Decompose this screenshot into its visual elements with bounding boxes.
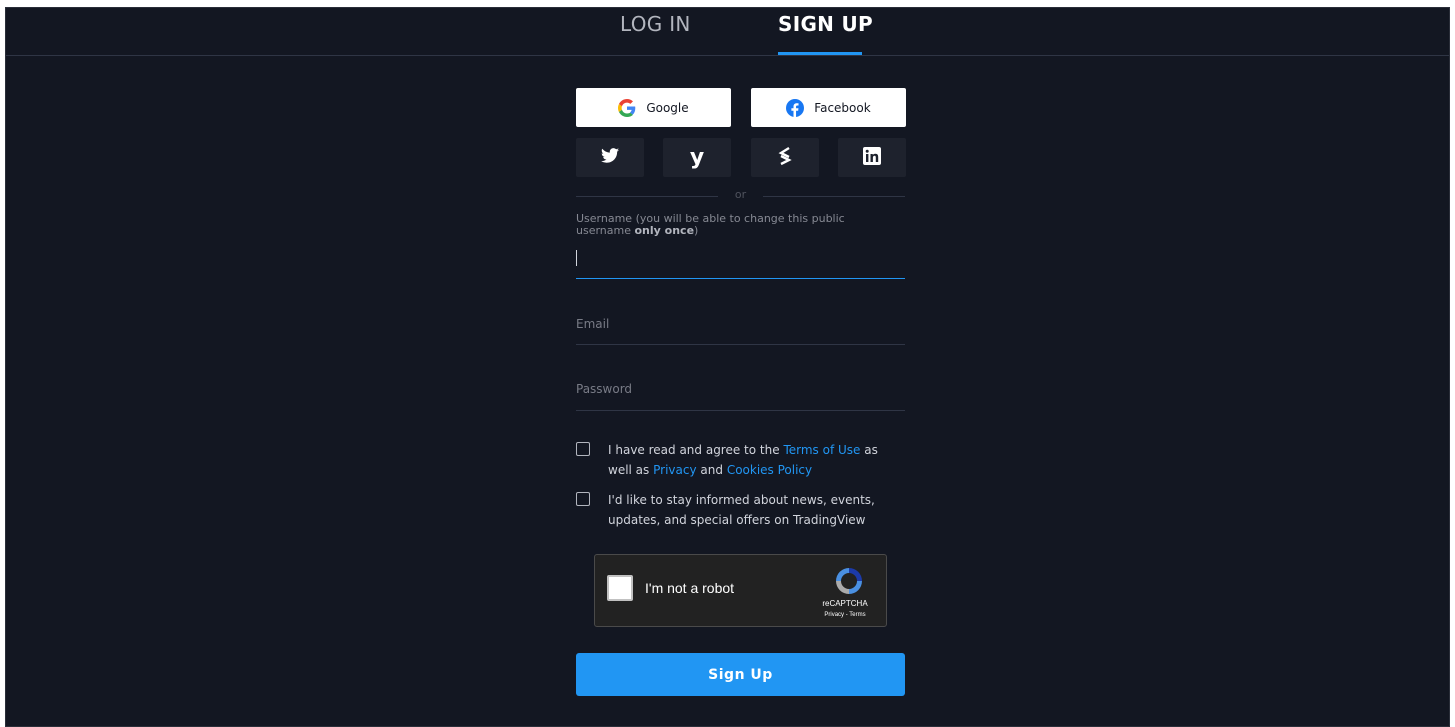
recaptcha-privacy-terms-link[interactable]: Privacy - Terms bbox=[810, 612, 880, 618]
google-icon bbox=[618, 98, 636, 117]
terms-text: I have read and agree to the Terms of Us… bbox=[608, 443, 878, 477]
newsletter-text: I'd like to stay informed about news, ev… bbox=[608, 493, 875, 527]
facebook-signin-button[interactable]: Facebook bbox=[751, 88, 906, 127]
terms-checkbox[interactable] bbox=[576, 442, 590, 456]
username-input[interactable] bbox=[576, 248, 905, 270]
google-label: Google bbox=[646, 100, 689, 115]
recaptcha-brand: reCAPTCHA bbox=[822, 599, 868, 608]
twitter-icon bbox=[601, 148, 619, 167]
facebook-icon bbox=[786, 98, 805, 117]
linkedin-icon bbox=[863, 146, 881, 169]
twitter-signin-button[interactable] bbox=[576, 138, 644, 177]
facebook-label: Facebook bbox=[814, 100, 871, 115]
newsletter-checkbox[interactable] bbox=[576, 492, 590, 506]
linkedin-signin-button[interactable] bbox=[838, 138, 906, 177]
active-tab-indicator bbox=[778, 52, 862, 55]
password-input[interactable] bbox=[576, 378, 905, 400]
tab-login[interactable]: LOG IN bbox=[620, 12, 691, 36]
email-underline bbox=[576, 344, 905, 345]
or-label: or bbox=[734, 188, 747, 201]
recaptcha-checkbox[interactable] bbox=[607, 575, 633, 601]
or-divider: or bbox=[576, 188, 905, 202]
stocktwits-signin-button[interactable] bbox=[751, 138, 819, 177]
username-underline bbox=[576, 278, 905, 279]
password-underline bbox=[576, 410, 905, 411]
stocktwits-icon bbox=[778, 146, 792, 170]
privacy-link[interactable]: Privacy bbox=[653, 463, 696, 477]
auth-tabs: LOG IN SIGN UP bbox=[6, 8, 1449, 56]
cookies-policy-link[interactable]: Cookies Policy bbox=[727, 463, 812, 477]
yahoo-icon: y bbox=[689, 144, 705, 170]
recaptcha-widget: I'm not a robot reCAPTCHA Privacy - Term… bbox=[594, 554, 887, 627]
tab-signup[interactable]: SIGN UP bbox=[778, 12, 873, 36]
username-label: Username (you will be able to change thi… bbox=[576, 212, 845, 237]
recaptcha-icon bbox=[833, 565, 865, 601]
terms-of-use-link[interactable]: Terms of Use bbox=[783, 443, 860, 457]
email-input[interactable] bbox=[576, 313, 905, 335]
yahoo-signin-button[interactable]: y bbox=[663, 138, 731, 177]
google-signin-button[interactable]: Google bbox=[576, 88, 731, 127]
signup-dialog: LOG IN SIGN UP Google Facebook y or User… bbox=[5, 7, 1450, 727]
sign-up-button[interactable]: Sign Up bbox=[576, 653, 905, 696]
recaptcha-label: I'm not a robot bbox=[645, 580, 735, 596]
